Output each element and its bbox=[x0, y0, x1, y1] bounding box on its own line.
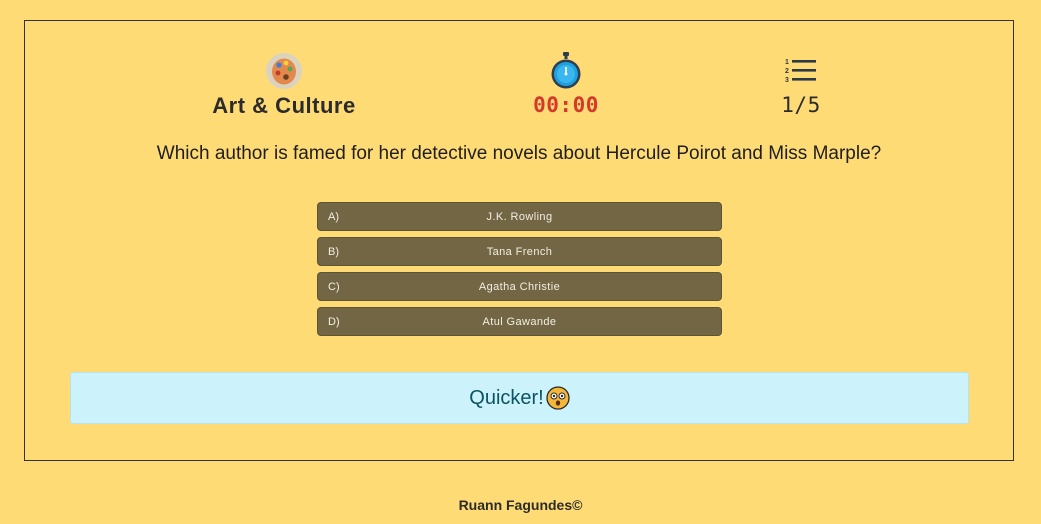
svg-text:2: 2 bbox=[785, 68, 789, 75]
answer-text: Tana French bbox=[486, 245, 553, 258]
progress-value: 1/5 bbox=[781, 93, 821, 117]
svg-text:1: 1 bbox=[785, 59, 789, 66]
answer-text: Agatha Christie bbox=[478, 280, 561, 293]
category-stat: Art & Culture bbox=[184, 51, 384, 119]
answer-text: J.K. Rowling bbox=[486, 210, 553, 223]
answer-letter: C) bbox=[328, 280, 340, 293]
answer-letter: A) bbox=[328, 210, 339, 223]
astonished-face-icon bbox=[546, 386, 570, 410]
stopwatch-icon bbox=[549, 51, 583, 91]
numbered-list-icon: 1 2 3 bbox=[784, 51, 818, 91]
answer-button-a[interactable]: A) J.K. Rowling bbox=[317, 202, 722, 231]
question-text: Which author is famed for her detective … bbox=[156, 143, 882, 164]
footer-credit: Ruann Fagundes© bbox=[458, 497, 583, 513]
quiz-card: Art & Culture 00:00 1 2 3 1/5 Which auth… bbox=[24, 20, 1014, 461]
timer-value: 00:00 bbox=[533, 93, 599, 117]
answer-button-d[interactable]: D) Atul Gawande bbox=[317, 307, 722, 336]
answer-list: A) J.K. Rowling B) Tana French C) Agatha… bbox=[317, 202, 722, 342]
svg-text:3: 3 bbox=[785, 77, 789, 84]
answer-button-b[interactable]: B) Tana French bbox=[317, 237, 722, 266]
timer-stat: 00:00 bbox=[466, 51, 666, 117]
answer-text: Atul Gawande bbox=[482, 315, 557, 328]
feedback-banner: Quicker! bbox=[70, 372, 969, 424]
feedback-text: Quicker! bbox=[469, 386, 544, 409]
category-label: Art & Culture bbox=[212, 93, 356, 118]
palette-icon bbox=[265, 51, 303, 91]
progress-stat: 1 2 3 1/5 bbox=[701, 51, 901, 117]
answer-button-c[interactable]: C) Agatha Christie bbox=[317, 272, 722, 301]
answer-letter: D) bbox=[328, 315, 340, 328]
answer-letter: B) bbox=[328, 245, 339, 258]
